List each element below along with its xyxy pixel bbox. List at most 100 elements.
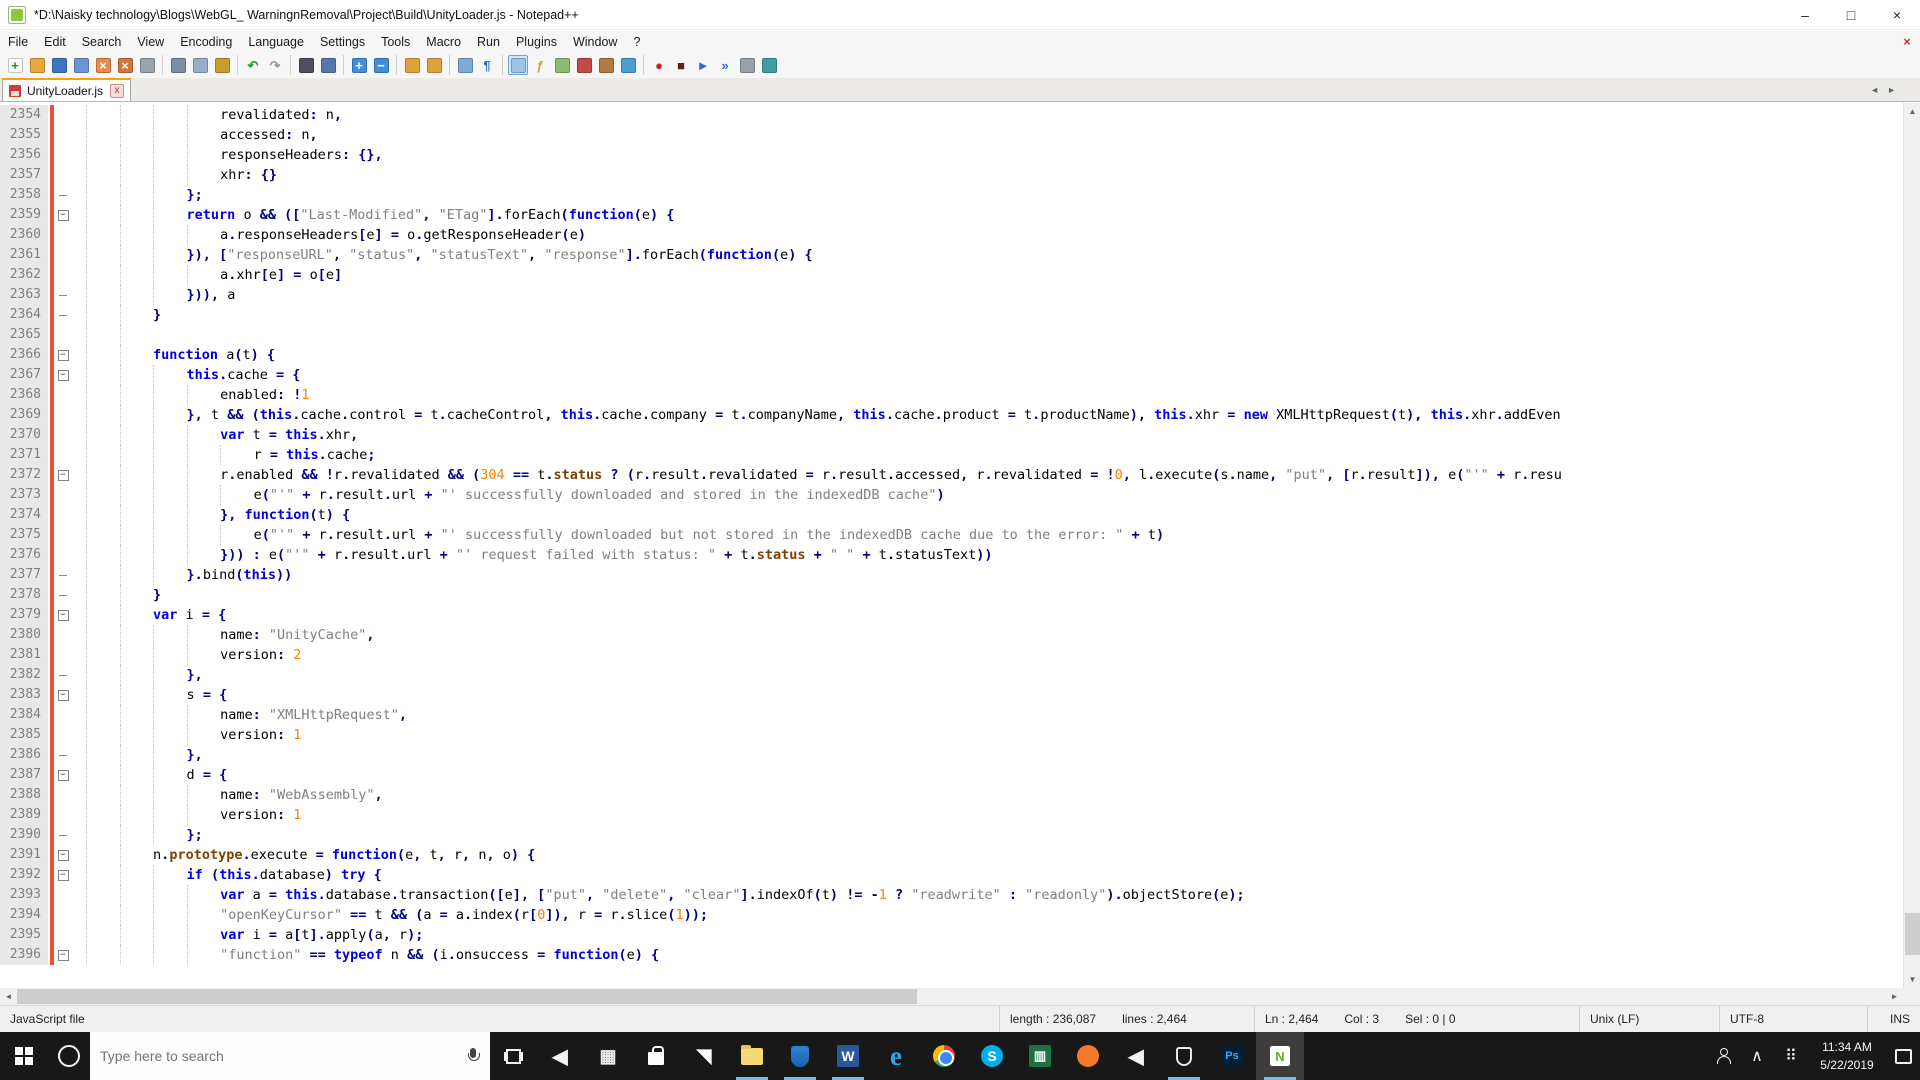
start-button[interactable]	[0, 1032, 48, 1080]
menu-item-tools[interactable]: Tools	[373, 33, 418, 51]
horizontal-scrollbar[interactable]: ◄ ►	[0, 988, 1903, 1005]
mail-taskbar-button[interactable]: ◥	[680, 1032, 728, 1080]
menu-item-search[interactable]: Search	[74, 33, 130, 51]
redo-icon[interactable]: ↷	[265, 55, 285, 75]
clock[interactable]: 11:34 AM 5/22/2019	[1808, 1038, 1886, 1074]
fold-margin[interactable]: −	[54, 365, 72, 385]
menu-item-macro[interactable]: Macro	[418, 33, 469, 51]
tab-close-icon[interactable]: x	[110, 83, 125, 98]
close-button[interactable]: ×	[1874, 0, 1920, 30]
open-file-icon[interactable]	[27, 55, 47, 75]
fold-collapse-icon[interactable]: −	[57, 689, 69, 701]
menu-item-language[interactable]: Language	[240, 33, 312, 51]
fold-collapse-icon[interactable]: −	[57, 849, 69, 861]
document-map-icon[interactable]	[552, 55, 572, 75]
fold-collapse-icon[interactable]: −	[57, 209, 69, 221]
undo-icon[interactable]: ↶	[243, 55, 263, 75]
fold-collapse-icon[interactable]: −	[57, 949, 69, 961]
paste-icon[interactable]	[212, 55, 232, 75]
menu-item-plugins[interactable]: Plugins	[508, 33, 565, 51]
zoom-out-icon[interactable]: −	[371, 55, 391, 75]
tray-grid-icon[interactable]: ⠿	[1774, 1032, 1808, 1080]
playback-macro-icon[interactable]: ►	[693, 55, 713, 75]
tab-scroll-left-icon[interactable]: ◄	[1866, 83, 1883, 97]
blender-taskbar-button[interactable]	[1064, 1032, 1112, 1080]
scroll-down-icon[interactable]: ▼	[1904, 971, 1920, 988]
menu-item-encoding[interactable]: Encoding	[172, 33, 240, 51]
media-player-taskbar-button[interactable]: ◀	[1112, 1032, 1160, 1080]
word-wrap-icon[interactable]	[455, 55, 475, 75]
sync-horizontal-scroll-icon[interactable]	[424, 55, 444, 75]
menu-item-run[interactable]: Run	[469, 33, 508, 51]
microphone-icon[interactable]	[466, 1047, 480, 1065]
minimize-button[interactable]: –	[1782, 0, 1828, 30]
print-icon[interactable]	[137, 55, 157, 75]
security-shield-taskbar-button[interactable]	[1160, 1032, 1208, 1080]
menu-item-window[interactable]: Window	[565, 33, 625, 51]
vertical-scroll-thumb[interactable]	[1905, 913, 1920, 955]
status-insert-mode[interactable]: INS	[1868, 1006, 1920, 1032]
fold-margin[interactable]: −	[54, 945, 72, 965]
fold-margin[interactable]: −	[54, 465, 72, 485]
file-monitoring-icon[interactable]	[618, 55, 638, 75]
editor[interactable]: 2354 revalidated: n, 2355 accessed: n, 235…	[0, 103, 1903, 988]
store-taskbar-button[interactable]	[632, 1032, 680, 1080]
vertical-scrollbar[interactable]: ▲ ▼	[1903, 103, 1920, 988]
fold-collapse-icon[interactable]: −	[57, 769, 69, 781]
close-document-icon[interactable]: ×	[1898, 34, 1916, 49]
notepadpp-taskbar-button[interactable]: N	[1256, 1032, 1304, 1080]
run-macro-multiple-times-icon[interactable]: »	[715, 55, 735, 75]
status-encoding[interactable]: UTF-8	[1720, 1006, 1868, 1032]
action-center-button[interactable]	[1886, 1032, 1920, 1080]
defender-taskbar-button[interactable]	[776, 1032, 824, 1080]
word-taskbar-button[interactable]: W	[824, 1032, 872, 1080]
cortana-button[interactable]	[48, 1032, 90, 1080]
maximize-button[interactable]: □	[1828, 0, 1874, 30]
stop-recording-icon[interactable]: ■	[671, 55, 691, 75]
tab-scroll-right-icon[interactable]: ►	[1883, 83, 1900, 97]
search-input[interactable]	[100, 1048, 466, 1064]
fold-margin[interactable]: −	[54, 205, 72, 225]
cut-icon[interactable]	[168, 55, 188, 75]
close-all-files-icon[interactable]: ×	[115, 55, 135, 75]
search-results-window-icon[interactable]	[759, 55, 779, 75]
photoshop-taskbar-button[interactable]: Ps	[1208, 1032, 1256, 1080]
search-box[interactable]	[90, 1032, 490, 1080]
sync-vertical-scroll-icon[interactable]	[402, 55, 422, 75]
save-all-icon[interactable]	[71, 55, 91, 75]
fold-margin[interactable]: −	[54, 765, 72, 785]
document-switcher-icon[interactable]	[574, 55, 594, 75]
people-button[interactable]	[1706, 1032, 1740, 1080]
skype-taskbar-button[interactable]: S	[968, 1032, 1016, 1080]
fold-margin[interactable]: −	[54, 845, 72, 865]
unity-taskbar-button[interactable]: ◀	[536, 1032, 584, 1080]
fold-margin[interactable]: −	[54, 685, 72, 705]
chrome-taskbar-button[interactable]	[920, 1032, 968, 1080]
menu-item-file[interactable]: File	[0, 33, 36, 51]
fold-collapse-icon[interactable]: −	[57, 869, 69, 881]
close-file-icon[interactable]: ×	[93, 55, 113, 75]
excel-taskbar-button[interactable]: ▥	[1016, 1032, 1064, 1080]
horizontal-scroll-thumb[interactable]	[17, 989, 917, 1004]
menu-item-[interactable]: ?	[625, 33, 648, 51]
menu-item-view[interactable]: View	[129, 33, 172, 51]
replace-icon[interactable]	[318, 55, 338, 75]
show-all-characters-icon[interactable]: ¶	[477, 55, 497, 75]
copy-icon[interactable]	[190, 55, 210, 75]
fold-collapse-icon[interactable]: −	[57, 609, 69, 621]
edge-taskbar-button[interactable]: e	[872, 1032, 920, 1080]
function-list-icon[interactable]: ƒ	[530, 55, 550, 75]
fold-margin[interactable]: −	[54, 345, 72, 365]
show-indent-guide-icon[interactable]	[508, 55, 528, 75]
fold-margin[interactable]: −	[54, 865, 72, 885]
find-icon[interactable]	[296, 55, 316, 75]
show-hidden-icons-button[interactable]: ∧	[1740, 1032, 1774, 1080]
fold-margin[interactable]: −	[54, 605, 72, 625]
scroll-left-icon[interactable]: ◄	[0, 988, 17, 1005]
menu-item-edit[interactable]: Edit	[36, 33, 74, 51]
fold-collapse-icon[interactable]: −	[57, 469, 69, 481]
file-explorer-taskbar-button[interactable]	[728, 1032, 776, 1080]
calculator-taskbar-button[interactable]: ▦	[584, 1032, 632, 1080]
record-macro-icon[interactable]: ●	[649, 55, 669, 75]
tab-unityloader[interactable]: UnityLoader.js x	[2, 78, 132, 101]
